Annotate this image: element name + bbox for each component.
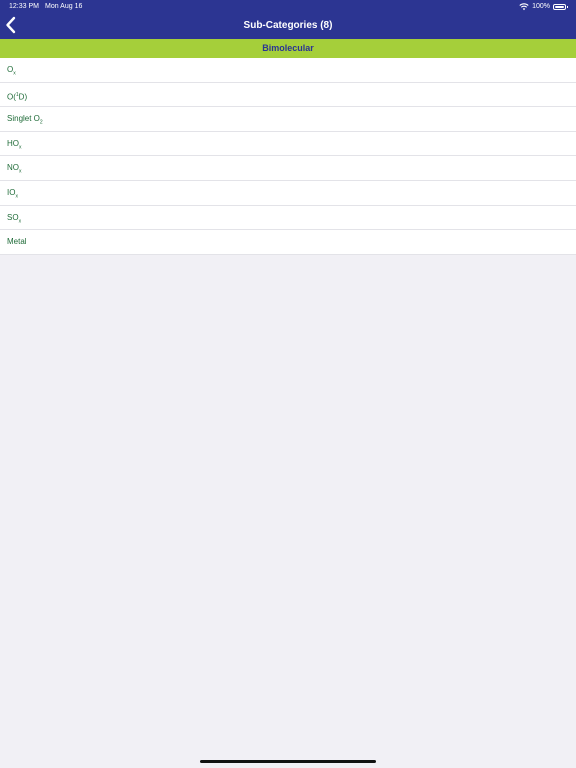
list-item-label: NO <box>7 163 19 173</box>
list-item-label: HO <box>7 138 19 148</box>
nav-bar: Sub-Categories (8) <box>0 13 576 39</box>
status-right: 100% <box>519 0 568 13</box>
list-item-label: Metal <box>7 237 27 247</box>
list-item-singlet-o2[interactable]: Singlet O2 <box>0 107 576 132</box>
list-item-ox[interactable]: Ox <box>0 58 576 83</box>
home-indicator[interactable] <box>200 760 376 763</box>
status-date: Mon Aug 16 <box>45 3 83 10</box>
battery-icon <box>553 3 568 10</box>
list-item-label: O( <box>7 92 16 102</box>
list-item-hox[interactable]: HOx <box>0 131 576 157</box>
page-title: Sub-Categories (8) <box>243 20 333 31</box>
list-item-metal[interactable]: Metal <box>0 230 576 255</box>
wifi-icon <box>519 2 529 10</box>
battery-percent: 100% <box>532 3 550 10</box>
status-time: 12:33 PM <box>9 3 39 10</box>
list-item-label: Singlet O <box>7 114 40 124</box>
list-item-o1d[interactable]: O(1D) <box>0 82 576 108</box>
status-bar: 12:33 PM Mon Aug 16 100% <box>0 0 576 13</box>
list-item-iox[interactable]: IOx <box>0 180 576 206</box>
list-item-sox[interactable]: SOx <box>0 205 576 231</box>
list-item-label: SO <box>7 212 19 222</box>
section-header-bimolecular: Bimolecular <box>0 39 576 58</box>
subcategory-list: Ox O(1D) Singlet O2 HOx NOx IOx SOx Meta… <box>0 58 576 255</box>
list-item-nox[interactable]: NOx <box>0 156 576 181</box>
